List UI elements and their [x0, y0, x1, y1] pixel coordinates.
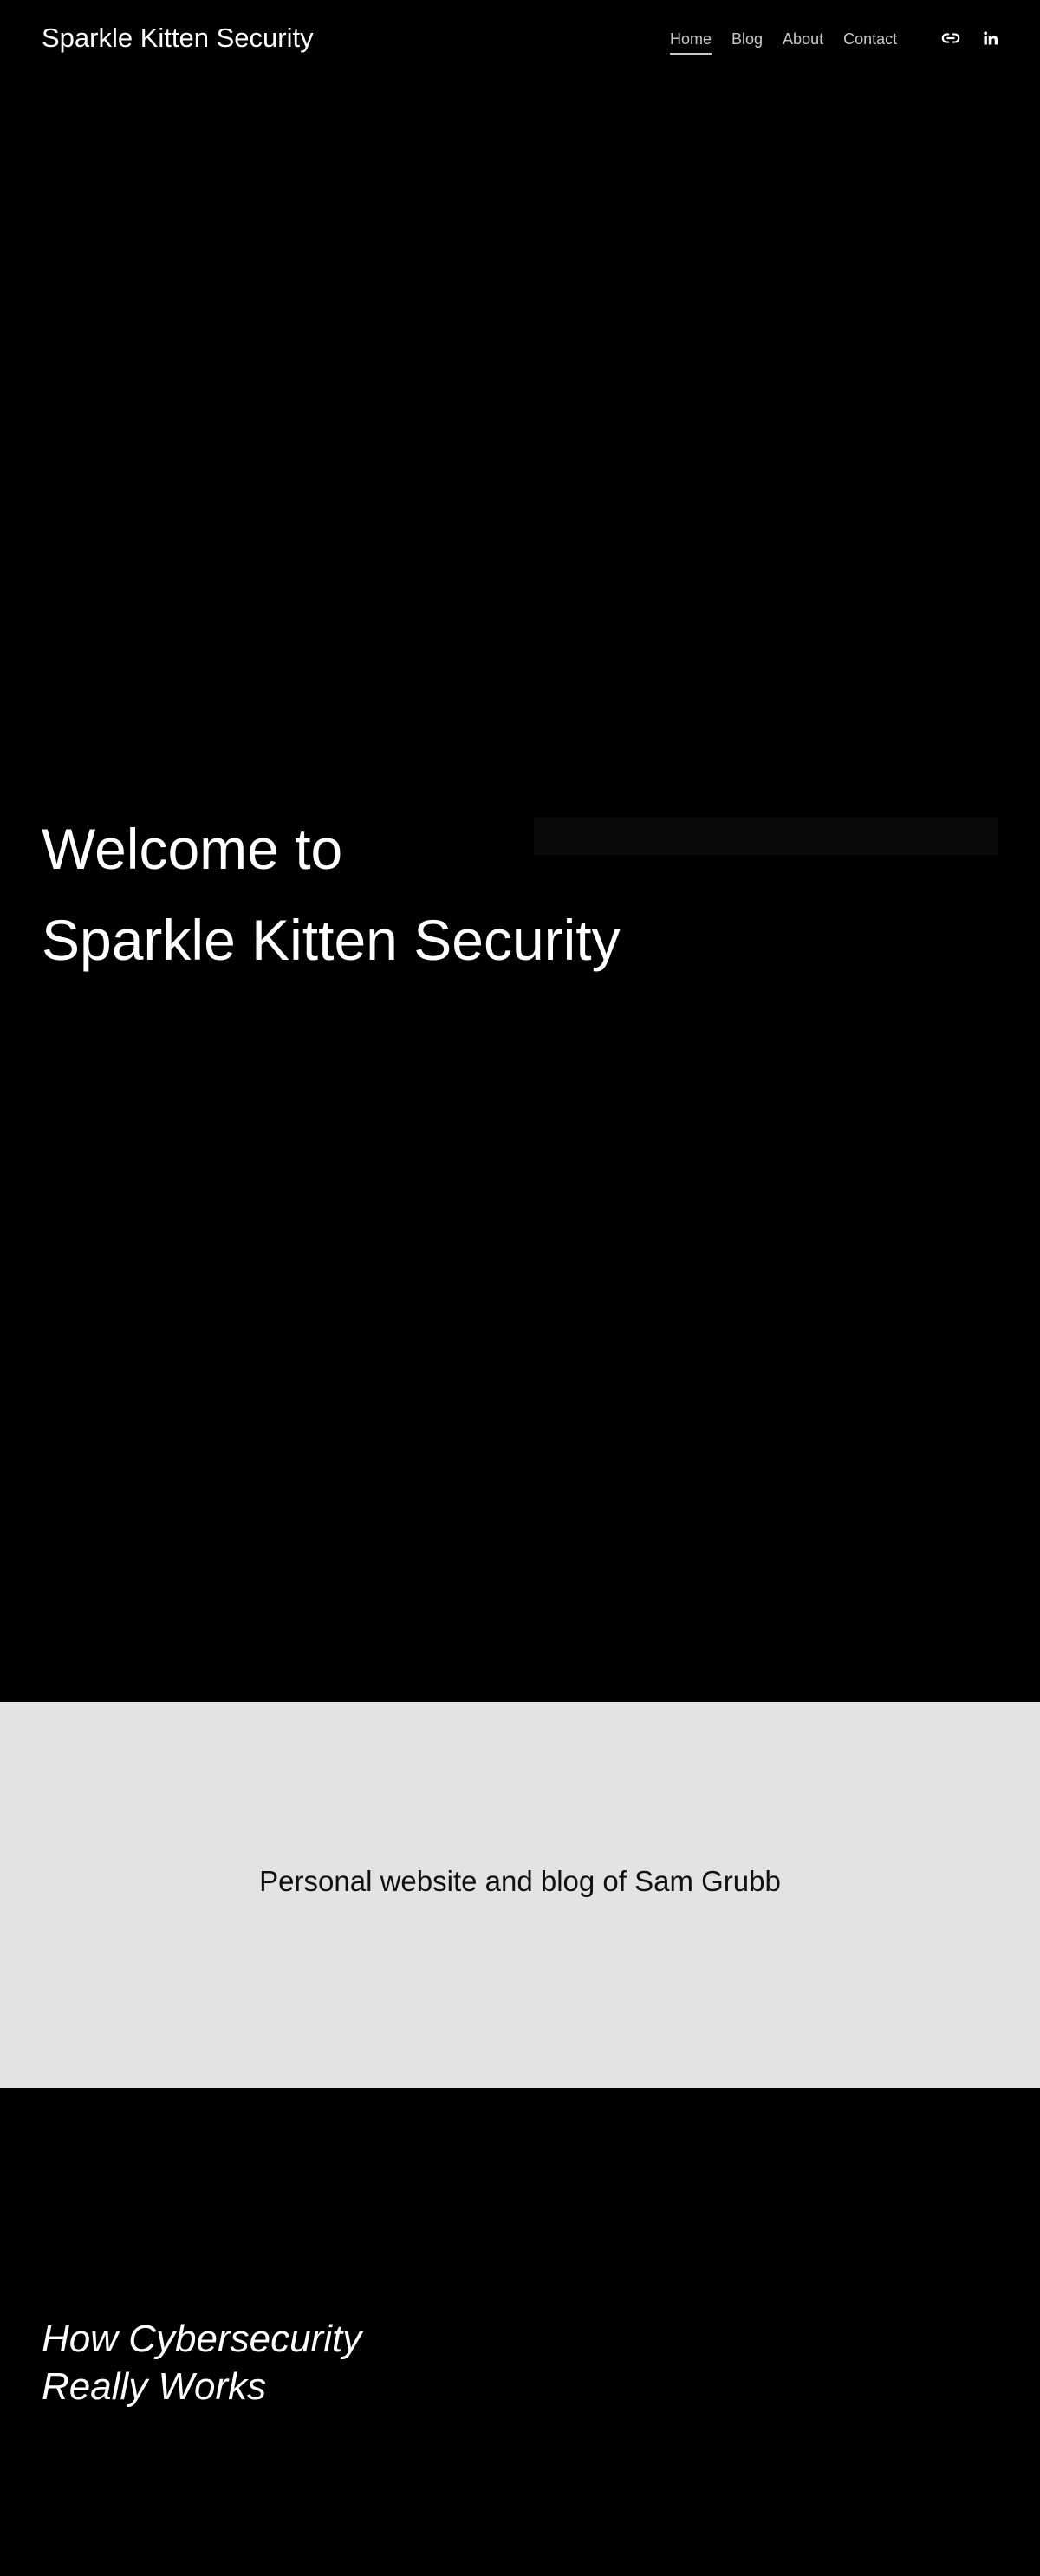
linkedin-icon[interactable]: [979, 27, 1002, 49]
hero-heading-line-2: Sparkle Kitten Security: [42, 908, 621, 972]
featured-heading: How Cybersecurity Really Works: [42, 2315, 361, 2410]
site-title[interactable]: Sparkle Kitten Security: [42, 21, 314, 55]
featured-section: How Cybersecurity Really Works: [0, 2088, 1040, 2576]
main-nav: Home Blog About Contact: [670, 28, 897, 55]
featured-heading-line-2: Really Works: [42, 2365, 267, 2408]
hero-section: Welcome to Sparkle Kitten Security: [0, 0, 1040, 1702]
nav-item-contact[interactable]: Contact: [843, 28, 897, 55]
nav-item-blog[interactable]: Blog: [731, 28, 763, 55]
social-links: [939, 27, 1002, 49]
intro-band: Personal website and blog of Sam Grubb: [0, 1702, 1040, 2088]
intro-text: Personal website and blog of Sam Grubb: [259, 1865, 781, 1897]
featured-heading-line-1: How Cybersecurity: [42, 2318, 362, 2360]
nav-item-about[interactable]: About: [783, 28, 823, 55]
link-icon[interactable]: [939, 27, 962, 49]
nav-item-home[interactable]: Home: [670, 28, 712, 55]
site-header: Sparkle Kitten Security Home Blog About …: [0, 0, 1040, 78]
hero-image-placeholder: [534, 818, 998, 855]
page: Welcome to Sparkle Kitten Security Spark…: [0, 0, 1040, 2576]
hero-heading-line-1: Welcome to: [42, 817, 343, 881]
